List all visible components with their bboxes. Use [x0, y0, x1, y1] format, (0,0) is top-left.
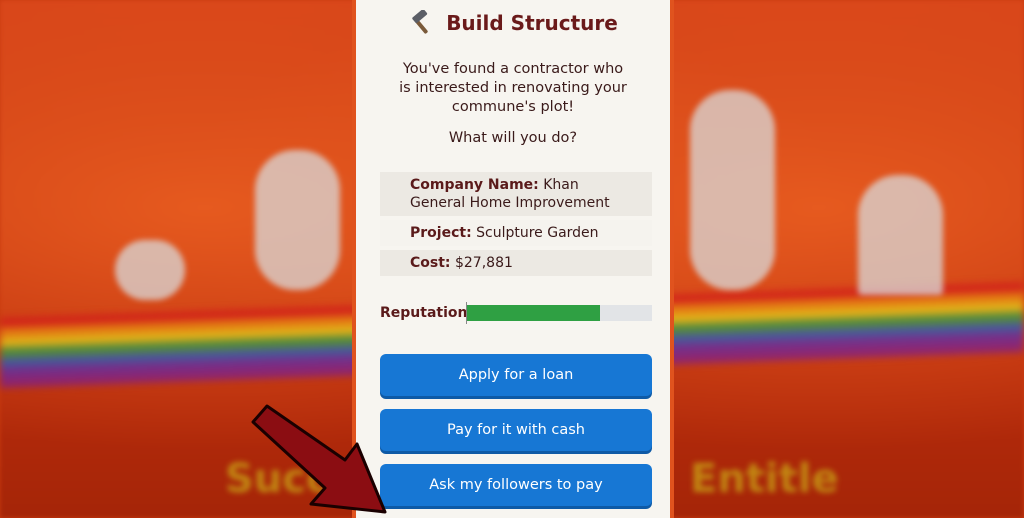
project-row: Project: Sculpture Garden: [380, 220, 652, 246]
project-value: Sculpture Garden: [476, 225, 599, 241]
company-name-label: Company Name:: [410, 177, 539, 193]
cost-row: Cost: $27,881: [380, 250, 652, 276]
gravestone-figure: [858, 175, 943, 295]
contractor-details: Company Name: Khan General Home Improvem…: [380, 172, 652, 280]
dialog-message: You've found a contractor who is interes…: [399, 61, 627, 115]
project-label: Project:: [410, 225, 472, 241]
reputation-fill: [467, 305, 601, 321]
dialog-question: What will you do?: [448, 130, 578, 146]
baby-figure: [115, 240, 185, 300]
pay-cash-button[interactable]: Pay for it with cash: [380, 409, 652, 451]
ask-followers-button[interactable]: Ask my followers to pay: [380, 464, 652, 506]
reputation-label: Reputation: [380, 305, 468, 321]
apply-loan-button[interactable]: Apply for a loan: [380, 354, 652, 396]
reputation-bar: [467, 305, 652, 321]
company-name-row: Company Name: Khan General Home Improvem…: [380, 172, 652, 216]
pointer-arrow-icon: [251, 404, 387, 514]
dialog-header: Build Structure: [356, 9, 670, 36]
dialog-title: Build Structure: [446, 11, 618, 35]
crouching-figure: [255, 150, 340, 290]
elderly-figure: [690, 90, 775, 290]
cost-value: $27,881: [454, 255, 513, 271]
build-structure-dialog: Build Structure You've found a contracto…: [352, 0, 674, 518]
hammer-icon: [408, 9, 434, 36]
cost-label: Cost:: [410, 255, 451, 271]
background-right-text: Entitle: [690, 456, 839, 502]
reputation-meter: Reputation: [380, 302, 652, 324]
